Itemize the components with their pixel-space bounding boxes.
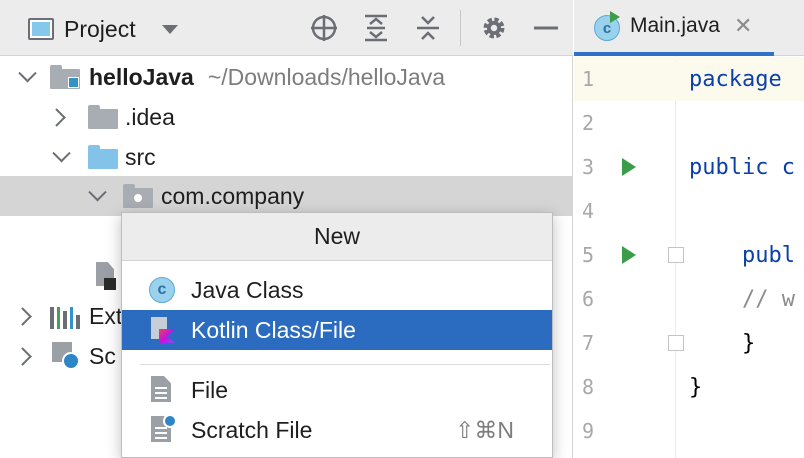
project-panel-header: Project — [0, 0, 573, 56]
code-text: package — [689, 66, 782, 92]
project-view-selector[interactable]: Project — [28, 12, 178, 46]
java-file-icon — [94, 262, 116, 290]
tree-item-src[interactable]: src — [0, 137, 573, 177]
run-icon[interactable] — [622, 246, 636, 264]
menu-item-kotlin-class[interactable]: Kotlin Class/File — [122, 310, 552, 350]
collapse-all-button[interactable] — [412, 12, 444, 44]
project-panel-title: Project — [64, 15, 136, 42]
line-number: 4 — [582, 199, 595, 223]
expand-all-button[interactable] — [360, 12, 392, 44]
folder-icon — [88, 105, 118, 129]
popup-title: New — [122, 213, 552, 261]
chevron-right-icon[interactable] — [48, 106, 70, 128]
chevron-down-icon — [161, 24, 178, 34]
code-text: // w — [689, 286, 795, 312]
chevron-down-icon[interactable] — [16, 66, 38, 88]
tab-label: Main.java — [630, 14, 720, 37]
tree-item-label: Ext — [89, 302, 123, 329]
scratches-icon — [52, 342, 80, 370]
line-number: 5 — [582, 243, 595, 267]
hide-panel-button[interactable] — [530, 12, 562, 44]
project-window-icon — [28, 18, 54, 40]
chevron-down-icon[interactable] — [50, 146, 72, 168]
source-folder-icon — [88, 145, 118, 169]
line-number: 8 — [582, 375, 595, 399]
menu-item-label: Scratch File — [191, 416, 313, 443]
code-text: public c — [689, 154, 795, 180]
line-number: 1 — [582, 67, 595, 91]
tree-item-com-company[interactable]: com.company — [0, 176, 573, 216]
menu-separator — [140, 364, 550, 365]
tree-item-idea[interactable]: .idea — [0, 97, 573, 137]
chevron-right-icon[interactable] — [14, 345, 36, 367]
tree-item-label: src — [125, 143, 156, 170]
expand-all-icon — [365, 14, 387, 42]
project-name: helloJava — [89, 63, 194, 90]
code-line[interactable]: 9 — [574, 409, 804, 453]
menu-item-file[interactable]: File — [122, 370, 552, 410]
tab-main-java[interactable]: c Main.java ✕ — [574, 0, 774, 56]
file-icon — [148, 376, 176, 404]
tree-item-label: Sc — [89, 342, 116, 369]
line-number: 2 — [582, 111, 595, 135]
close-icon[interactable]: ✕ — [734, 13, 752, 39]
code-line[interactable]: 5 publ — [574, 233, 804, 277]
line-number: 6 — [582, 287, 595, 311]
collapse-all-icon — [417, 16, 439, 40]
line-number: 9 — [582, 419, 595, 443]
code-line[interactable]: 7 } — [574, 321, 804, 365]
chevron-right-icon[interactable] — [14, 305, 36, 327]
fold-icon[interactable] — [668, 247, 684, 263]
tree-item-label: com.company — [161, 182, 305, 209]
run-icon[interactable] — [622, 158, 636, 176]
locate-file-button[interactable] — [308, 12, 340, 44]
toolbar-divider — [460, 10, 461, 46]
editor-tab-bar: c Main.java ✕ — [574, 0, 804, 56]
package-icon — [123, 184, 153, 208]
menu-item-label: Java Class — [191, 276, 304, 303]
menu-item-label: Kotlin Class/File — [191, 316, 356, 343]
java-class-icon: c — [148, 276, 176, 304]
kotlin-file-icon — [148, 316, 176, 344]
minimize-icon — [534, 26, 558, 30]
chevron-down-icon[interactable] — [86, 185, 108, 207]
fold-icon[interactable] — [668, 335, 684, 351]
tree-item-hellojava[interactable]: helloJava ~/Downloads/helloJava — [0, 57, 573, 97]
code-line[interactable]: 8 } — [574, 365, 804, 409]
menu-item-scratch-file[interactable]: Scratch File ⇧⌘N — [122, 410, 552, 450]
menu-item-java-class[interactable]: c Java Class — [122, 270, 552, 310]
code-line[interactable]: 3 public c — [574, 145, 804, 189]
java-class-run-icon: c — [594, 11, 620, 41]
code-line[interactable]: 1 package — [574, 57, 804, 101]
code-line[interactable]: 6 // w — [574, 277, 804, 321]
settings-button[interactable] — [478, 12, 510, 44]
new-popup-menu: New c Java Class Kotlin Class/File File … — [121, 212, 553, 458]
code-text: publ — [689, 242, 795, 268]
shortcut-label: ⇧⌘N — [455, 416, 514, 443]
tree-item-label: .idea — [125, 103, 175, 130]
libraries-icon — [50, 303, 80, 329]
code-text: } — [689, 374, 703, 400]
code-text: } — [689, 330, 756, 356]
line-number: 3 — [582, 155, 595, 179]
crosshair-icon — [311, 15, 337, 41]
gear-icon — [483, 17, 505, 39]
code-editor: c Main.java ✕ 1 package 2 3 public c 4 5… — [574, 0, 804, 458]
line-number: 7 — [582, 331, 595, 355]
code-line[interactable]: 2 — [574, 101, 804, 145]
menu-item-label: File — [191, 376, 229, 403]
code-line[interactable]: 4 — [574, 189, 804, 233]
project-path: ~/Downloads/helloJava — [207, 63, 446, 90]
module-folder-icon — [50, 65, 80, 89]
scratch-file-icon — [148, 414, 177, 444]
